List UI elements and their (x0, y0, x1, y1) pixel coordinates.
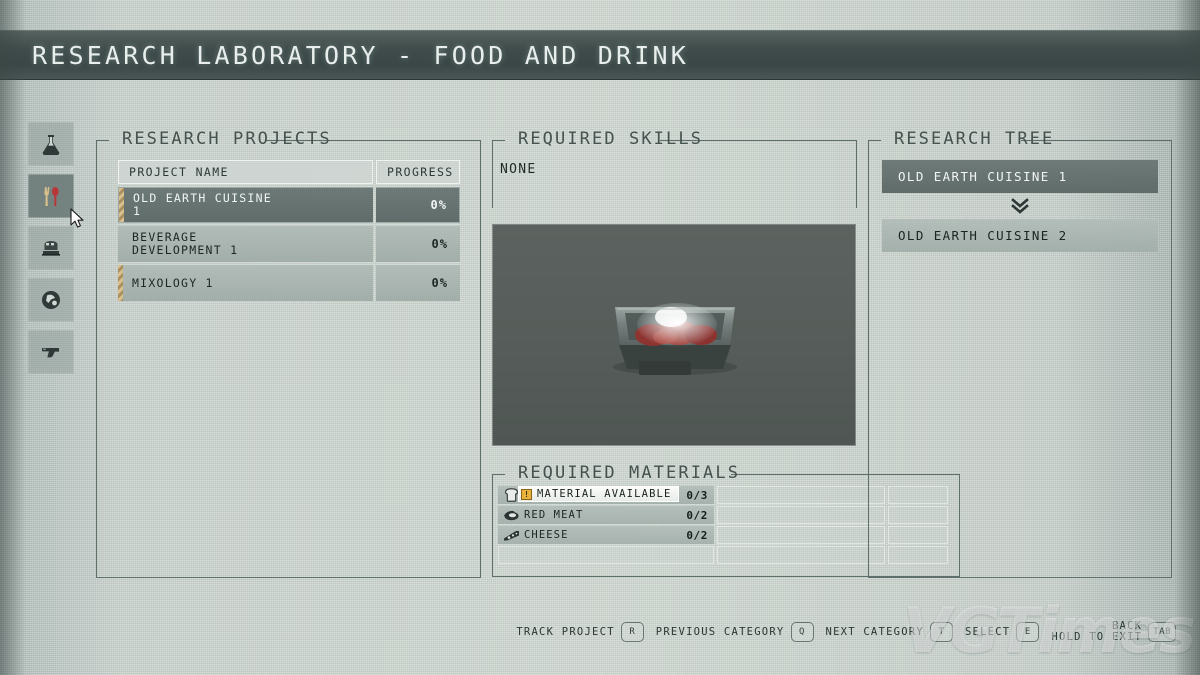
column-project-name: PROJECT NAME (118, 160, 373, 184)
table-row[interactable]: BEVERAGE DEVELOPMENT 1 0% (118, 226, 460, 262)
project-progress-cell: 0% (376, 226, 460, 262)
cheese-icon (502, 528, 520, 543)
keybind-track-project[interactable]: TRACK PROJECT R (516, 622, 644, 642)
material-cell-b (717, 486, 885, 504)
material-main-cell (498, 546, 714, 564)
material-main-cell: CHEESE 0/2 (498, 526, 714, 544)
tree-node-current[interactable]: OLD EARTH CUISINE 1 (882, 160, 1158, 193)
left-edge-vignette (0, 0, 26, 675)
keybind-previous-category[interactable]: PREVIOUS CATEGORY Q (656, 622, 814, 642)
red-meat-icon (502, 508, 520, 523)
helmet-icon (38, 287, 64, 313)
project-progress-cell: 0% (376, 187, 460, 223)
material-quantity: 0/2 (686, 508, 708, 522)
material-name: RED MEAT (524, 509, 584, 521)
project-name-line2: 1 (133, 204, 142, 218)
key-cap: TAB (1148, 622, 1176, 642)
tree-node-next[interactable]: OLD EARTH CUISINE 2 (882, 219, 1158, 252)
keybind-back[interactable]: BACK HOLD TO EXIT TAB (1051, 621, 1176, 643)
material-main-cell: SEALANT 0/3 ! MATERIAL AVAILABLE (498, 486, 714, 504)
project-name-line2: DEVELOPMENT 1 (132, 243, 239, 257)
keybind-select[interactable]: SELECT E (964, 622, 1040, 642)
research-tree-header: RESEARCH TREE (894, 129, 1055, 149)
material-cell-b (717, 526, 885, 544)
pistol-icon (38, 339, 64, 365)
key-cap: Q (790, 622, 814, 642)
material-main-cell: RED MEAT 0/2 (498, 506, 714, 524)
sidebar-item-food-and-drink[interactable] (28, 174, 74, 218)
research-tree-panel: RESEARCH TREE OLD EARTH CUISINE 1 OLD EA… (868, 129, 1172, 578)
keybind-next-category[interactable]: NEXT CATEGORY T (826, 622, 953, 642)
research-projects-header: RESEARCH PROJECTS (122, 129, 332, 149)
material-available-tooltip: ! MATERIAL AVAILABLE (518, 486, 679, 502)
required-materials-header: REQUIRED MATERIALS (518, 463, 741, 483)
key-cap: R (620, 622, 644, 642)
required-skills-header: REQUIRED SKILLS (518, 129, 704, 149)
research-projects-panel: RESEARCH PROJECTS PROJECT NAME PROGRESS … (96, 129, 481, 578)
project-name-cell: MIXOLOGY 1 (118, 265, 373, 301)
keybind-label: PREVIOUS CATEGORY (655, 625, 785, 638)
sidebar-item-weaponry[interactable] (28, 330, 74, 374)
keybind-label: BACK HOLD TO EXIT (1051, 620, 1143, 643)
row-accent-bar (118, 265, 123, 301)
project-name-cell: BEVERAGE DEVELOPMENT 1 (118, 226, 373, 262)
panel-frame (492, 140, 857, 208)
sidebar-item-equipment[interactable] (28, 278, 74, 322)
keybind-bar: TRACK PROJECT R PREVIOUS CATEGORY Q NEXT… (516, 621, 1176, 643)
chevron-double-down-icon (882, 193, 1158, 219)
page-title: RESEARCH LABORATORY - FOOD AND DRINK (32, 40, 690, 70)
table-row[interactable]: MIXOLOGY 1 0% (118, 265, 460, 301)
material-cell-b (717, 506, 885, 524)
flask-icon (38, 131, 64, 157)
material-quantity: 0/2 (686, 528, 708, 542)
project-name-line1: OLD EARTH CUISINE (133, 191, 272, 205)
required-skills-panel: REQUIRED SKILLS NONE (492, 129, 857, 208)
row-accent-bar (119, 188, 124, 222)
table-row[interactable]: OLD EARTH CUISINE 1 0% (118, 187, 460, 223)
sidebar-item-outpost-development[interactable] (28, 226, 74, 270)
column-progress: PROGRESS (376, 160, 460, 184)
table-header-row: PROJECT NAME PROGRESS (118, 160, 460, 184)
right-edge-vignette (1174, 0, 1200, 675)
keybind-label: SELECT (964, 625, 1011, 638)
tooltip-text: MATERIAL AVAILABLE (537, 488, 672, 500)
project-progress-cell: 0% (376, 265, 460, 301)
category-sidebar (28, 122, 74, 374)
warning-icon: ! (521, 488, 532, 500)
material-name: CHEESE (524, 529, 569, 541)
project-name-cell: OLD EARTH CUISINE 1 (118, 187, 373, 223)
sidebar-item-pharmacology[interactable] (28, 122, 74, 166)
title-bar: RESEARCH LABORATORY - FOOD AND DRINK (0, 30, 1200, 80)
food-utensils-icon (38, 183, 64, 209)
keybind-label: NEXT CATEGORY (825, 625, 924, 638)
key-cap: E (1016, 622, 1040, 642)
workbench-icon (38, 235, 64, 261)
key-cap: T (929, 622, 953, 642)
required-skills-value: NONE (500, 162, 537, 177)
material-cell-b (717, 546, 885, 564)
item-preview-image (492, 224, 856, 446)
keybind-label: TRACK PROJECT (516, 625, 615, 638)
research-tree-nodes: OLD EARTH CUISINE 1 OLD EARTH CUISINE 2 (882, 160, 1158, 252)
projects-table: PROJECT NAME PROGRESS OLD EARTH CUISINE … (118, 160, 460, 301)
project-name-line1: MIXOLOGY 1 (132, 275, 214, 290)
